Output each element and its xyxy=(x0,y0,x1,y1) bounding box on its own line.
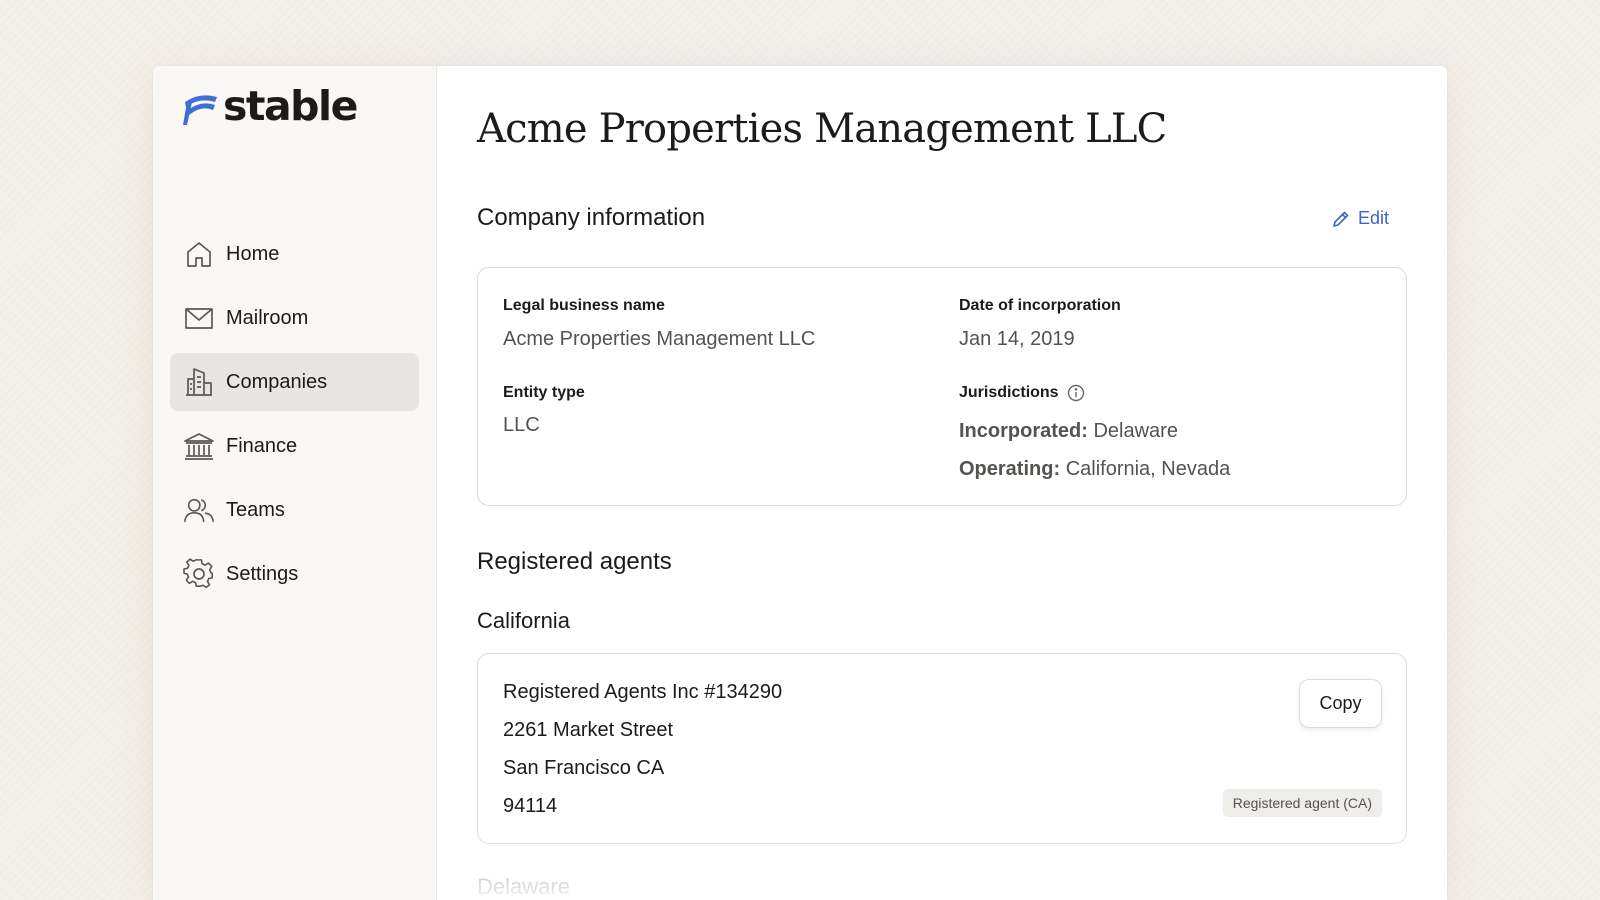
section-title-registered-agents: Registered agents xyxy=(477,548,672,575)
edit-button[interactable]: Edit xyxy=(1332,208,1389,229)
jurisdictions-label-text: Jurisdictions xyxy=(959,384,1059,401)
sidebar-item-label: Companies xyxy=(226,370,328,393)
registered-agent-badge: Registered agent (CA) xyxy=(1222,789,1382,817)
info-icon[interactable] xyxy=(1067,384,1085,402)
jurisdictions-label: Jurisdictions xyxy=(959,384,1085,402)
date-of-incorporation-label: Date of incorporation xyxy=(959,297,1121,314)
copy-button[interactable]: Copy xyxy=(1299,679,1382,728)
entity-type-value: LLC xyxy=(503,414,540,436)
operating-row: Operating: California, Nevada xyxy=(959,458,1230,481)
incorporated-label: Incorporated: xyxy=(959,420,1088,442)
pencil-icon xyxy=(1333,211,1349,227)
operating-value: California, Nevada xyxy=(1065,458,1231,480)
agent-city-state: San Francisco CA xyxy=(503,757,665,779)
sidebar-item-label: Mailroom xyxy=(226,306,309,329)
sidebar-item-companies[interactable]: Companies xyxy=(170,353,419,411)
logo-flag-icon xyxy=(183,94,217,125)
home-icon xyxy=(183,238,215,270)
envelope-icon xyxy=(183,302,215,334)
app-window: stable Home Mailroom Companies Finance T… xyxy=(153,66,1447,900)
main-content: Acme Properties Management LLC Company i… xyxy=(437,66,1447,900)
sidebar-item-label: Finance xyxy=(226,434,298,457)
legal-name-label: Legal business name xyxy=(503,297,665,314)
company-info-card: Legal business name Acme Properties Mana… xyxy=(477,267,1407,506)
registered-agent-card: Registered Agents Inc #134290 2261 Marke… xyxy=(477,653,1407,844)
state-heading-california: California xyxy=(477,608,570,633)
state-heading-delaware: Delaware xyxy=(477,874,570,899)
legal-name-value: Acme Properties Management LLC xyxy=(503,328,816,350)
incorporated-row: Incorporated: Delaware xyxy=(959,420,1178,443)
incorporated-value: Delaware xyxy=(1093,420,1178,442)
logo-text: stable xyxy=(223,82,358,130)
edit-label: Edit xyxy=(1357,208,1389,228)
sidebar-item-settings[interactable]: Settings xyxy=(170,545,419,603)
people-icon xyxy=(183,494,215,526)
agent-name: Registered Agents Inc #134290 xyxy=(503,681,783,703)
sidebar-item-home[interactable]: Home xyxy=(170,225,419,283)
agent-zip: 94114 xyxy=(503,795,558,817)
sidebar-item-teams[interactable]: Teams xyxy=(170,481,419,539)
sidebar-item-label: Home xyxy=(226,242,280,265)
sidebar-item-mailroom[interactable]: Mailroom xyxy=(170,289,419,347)
operating-label: Operating: xyxy=(959,458,1061,480)
section-title-company-information: Company information xyxy=(477,204,706,231)
sidebar-nav: Home Mailroom Companies Finance Teams Se… xyxy=(170,225,419,609)
sidebar: stable Home Mailroom Companies Finance T… xyxy=(153,66,437,900)
entity-type-label: Entity type xyxy=(503,384,585,401)
gear-icon xyxy=(183,558,215,590)
bank-icon xyxy=(183,430,215,462)
building-icon xyxy=(183,366,215,398)
sidebar-item-label: Settings xyxy=(226,562,299,585)
page-title: Acme Properties Management LLC xyxy=(477,106,1167,152)
sidebar-item-finance[interactable]: Finance xyxy=(170,417,419,475)
agent-street: 2261 Market Street xyxy=(503,719,674,741)
date-of-incorporation-value: Jan 14, 2019 xyxy=(959,328,1075,350)
sidebar-item-label: Teams xyxy=(226,498,285,521)
logo[interactable]: stable xyxy=(181,82,358,130)
